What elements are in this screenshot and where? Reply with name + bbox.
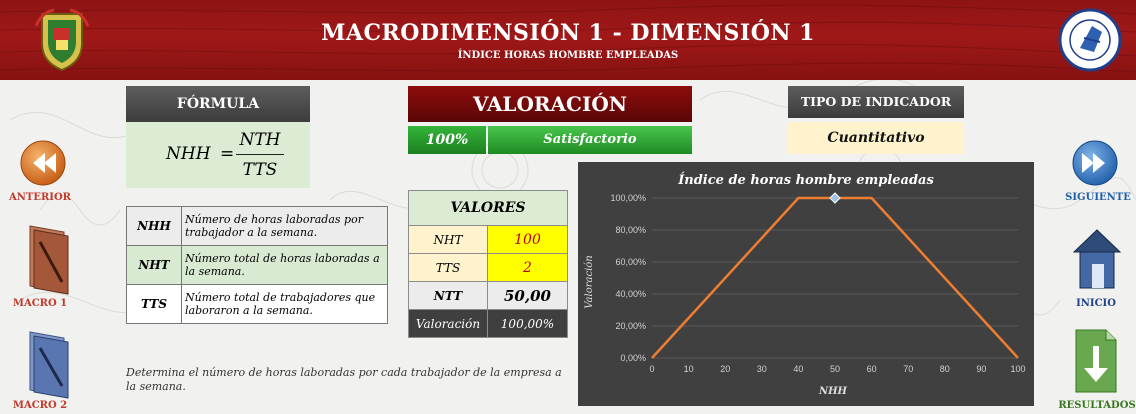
formula-heading: FÓRMULA bbox=[126, 86, 310, 122]
macro2-label[interactable]: MACRO 2 bbox=[10, 400, 70, 411]
chart-ytick-label: 40,00% bbox=[615, 289, 646, 299]
chart-xtick-label: 20 bbox=[720, 364, 730, 374]
previous-label[interactable]: ANTERIOR bbox=[4, 192, 76, 203]
valoracion-status: Satisfactorio bbox=[488, 126, 692, 154]
definition-desc: Número total de horas laboradas a la sem… bbox=[181, 245, 388, 285]
table-row: TTS 2 bbox=[408, 253, 568, 282]
university-seal-logo bbox=[1058, 8, 1122, 72]
results-label[interactable]: RESULTADOS bbox=[1058, 400, 1136, 411]
valoracion-percent: 100% bbox=[408, 126, 486, 154]
chart-title: Índice de horas hombre empleadas bbox=[677, 172, 934, 188]
valor-label: NHT bbox=[408, 225, 488, 254]
definition-key: NHH bbox=[126, 206, 182, 246]
definition-key: NHT bbox=[126, 245, 182, 285]
formula-denominator: TTS bbox=[242, 160, 278, 180]
indicator-type-heading: TIPO DE INDICADOR bbox=[788, 86, 964, 118]
valoracion-chart: Índice de horas hombre empleadas 0,00% 20… bbox=[578, 162, 1034, 406]
chart-xtick-label: 90 bbox=[976, 364, 986, 374]
formula-numerator: NTH bbox=[239, 130, 281, 150]
table-row: NHT 100 bbox=[408, 225, 568, 254]
table-row: NHT Número total de horas laboradas a la… bbox=[126, 245, 388, 285]
valor-label: TTS bbox=[408, 253, 488, 282]
valor-input-nht[interactable]: 100 bbox=[487, 225, 568, 254]
valoracion-label: Valoración bbox=[408, 309, 488, 338]
ntt-value: 50,00 bbox=[487, 281, 568, 310]
valores-heading: VALORES bbox=[408, 190, 568, 226]
valor-input-tts[interactable]: 2 bbox=[487, 253, 568, 282]
coat-of-arms-logo bbox=[34, 8, 90, 72]
definition-desc: Número de horas laboradas por trabajador… bbox=[181, 206, 388, 246]
indicator-type-value: Cuantitativo bbox=[788, 122, 964, 154]
home-label[interactable]: INICIO bbox=[1066, 298, 1126, 309]
chart-ytick-label: 60,00% bbox=[615, 257, 646, 267]
definition-note: Determina el número de horas laboradas p… bbox=[126, 366, 562, 393]
macro1-book-icon[interactable] bbox=[24, 222, 78, 296]
formula-fraction-bar bbox=[236, 154, 284, 155]
chart-xlabel: NHH bbox=[818, 386, 848, 397]
definition-desc: Número total de trabajadores que laborar… bbox=[181, 284, 388, 324]
valoracion-heading: VALORACIÓN bbox=[408, 86, 692, 122]
valoracion-value: 100,00% bbox=[487, 309, 568, 338]
table-row: NTT 50,00 bbox=[408, 281, 568, 310]
valores-table: VALORES NHT 100 TTS 2 NTT 50,00 Valoraci… bbox=[408, 190, 568, 338]
chart-ytick-label: 100,00% bbox=[610, 193, 646, 203]
definitions-table: NHH Número de horas laboradas por trabaj… bbox=[126, 206, 388, 324]
download-results-icon[interactable] bbox=[1070, 326, 1124, 398]
page-title: MACRODIMENSIÓN 1 - DIMENSIÓN 1 bbox=[321, 20, 815, 46]
ntt-label: NTT bbox=[408, 281, 488, 310]
chart-ylabel: Valoración bbox=[584, 255, 595, 309]
chart-ytick-label: 0,00% bbox=[620, 353, 646, 363]
formula-box: NHH = NTH TTS bbox=[126, 122, 310, 188]
page-subtitle: ÍNDICE HORAS HOMBRE EMPLEADAS bbox=[457, 50, 679, 61]
chart-xtick-label: 60 bbox=[867, 364, 877, 374]
chart-xtick-label: 10 bbox=[684, 364, 694, 374]
home-icon[interactable] bbox=[1070, 222, 1124, 296]
macro1-label[interactable]: MACRO 1 bbox=[10, 298, 70, 309]
formula-equals: = bbox=[220, 144, 235, 164]
chart-xtick-label: 30 bbox=[757, 364, 767, 374]
table-row: NHH Número de horas laboradas por trabaj… bbox=[126, 206, 388, 246]
chart-xtick-label: 50 bbox=[830, 364, 840, 374]
header-banner: MACRODIMENSIÓN 1 - DIMENSIÓN 1 ÍNDICE HO… bbox=[0, 0, 1136, 80]
macro2-book-icon[interactable] bbox=[24, 328, 78, 400]
chart-ytick-label: 20,00% bbox=[615, 321, 646, 331]
table-row: Valoración 100,00% bbox=[408, 309, 568, 338]
chart-xtick-label: 0 bbox=[649, 364, 654, 374]
next-label[interactable]: SIGUIENTE bbox=[1060, 192, 1136, 203]
formula-lhs: NHH bbox=[166, 144, 211, 164]
chart-ytick-label: 80,00% bbox=[615, 225, 646, 235]
chart-xtick-label: 70 bbox=[903, 364, 913, 374]
previous-button[interactable] bbox=[20, 140, 66, 186]
next-button[interactable] bbox=[1072, 140, 1118, 186]
chart-xtick-label: 80 bbox=[940, 364, 950, 374]
chart-xtick-label: 40 bbox=[793, 364, 803, 374]
definition-key: TTS bbox=[126, 284, 182, 324]
table-row: TTS Número total de trabajadores que lab… bbox=[126, 284, 388, 324]
chart-xtick-label: 100 bbox=[1010, 364, 1025, 374]
